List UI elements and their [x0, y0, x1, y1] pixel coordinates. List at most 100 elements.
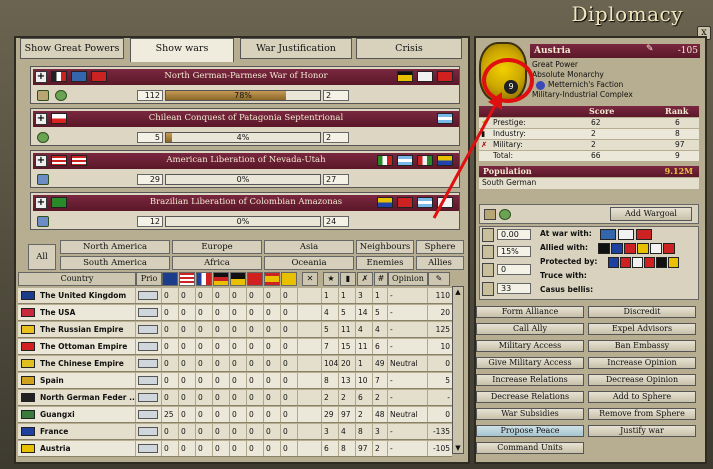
- header-flag-spain-icon[interactable]: [264, 272, 280, 286]
- header-flag-usa-icon[interactable]: [179, 272, 195, 286]
- priority-box[interactable]: [138, 376, 158, 385]
- priority-toggle[interactable]: [136, 322, 162, 337]
- form-alliance-button[interactable]: Form Alliance: [476, 306, 584, 318]
- header-flag-ottoman-icon[interactable]: [247, 272, 263, 286]
- add-to-sphere-button[interactable]: Add to Sphere: [588, 391, 696, 403]
- filter-south-america[interactable]: South America: [60, 256, 170, 270]
- war-entry[interactable]: American Liberation of Nevada-Utah + 29 …: [30, 150, 460, 188]
- increase-opinion-button[interactable]: Increase Opinion: [588, 357, 696, 369]
- header-relations-icon[interactable]: ✎: [428, 272, 450, 286]
- propose-peace-button[interactable]: Propose Peace: [476, 425, 584, 437]
- priority-toggle[interactable]: [136, 390, 162, 405]
- filter-sphere[interactable]: Sphere: [416, 240, 464, 254]
- war-subsidies-button[interactable]: War Subsidies: [476, 408, 584, 420]
- tab-war-justification[interactable]: War Justification: [240, 38, 352, 59]
- filter-asia[interactable]: Asia: [264, 240, 354, 254]
- priority-box[interactable]: [138, 444, 158, 453]
- priority-toggle[interactable]: [136, 407, 162, 422]
- header-industry-icon[interactable]: ▮: [340, 272, 356, 286]
- priority-toggle[interactable]: [136, 373, 162, 388]
- priority-toggle[interactable]: [136, 356, 162, 371]
- priority-box[interactable]: [138, 342, 158, 351]
- discredit-button[interactable]: Discredit: [588, 306, 696, 318]
- header-rank[interactable]: #: [374, 272, 388, 286]
- scroll-down-icon[interactable]: ▼: [454, 444, 462, 452]
- expel-advisors-button[interactable]: Expel Advisors: [588, 323, 696, 335]
- expand-button[interactable]: +: [35, 71, 47, 83]
- table-row[interactable]: The Chinese Empire 0 0 0 0 0 0 0 0 104 20 1 49 Neutra…: [18, 356, 452, 372]
- influence-value: 0: [264, 373, 281, 388]
- priority-box[interactable]: [138, 325, 158, 334]
- war-entry[interactable]: North German-Parmese War of Honor + 112 …: [30, 66, 460, 104]
- filter-europe[interactable]: Europe: [172, 240, 262, 254]
- priority-box[interactable]: [138, 291, 158, 300]
- header-opinion[interactable]: Opinion: [388, 272, 428, 286]
- give-military-access-button[interactable]: Give Military Access: [476, 357, 584, 369]
- table-row[interactable]: The Russian Empire 0 0 0 0 0 0 0 0 5 11 4 4-125: [18, 322, 452, 338]
- influence-value: 0: [213, 424, 230, 439]
- war-entry[interactable]: Brazilian Liberation of Colombian Amazon…: [30, 192, 460, 230]
- tab-crisis[interactable]: Crisis: [356, 38, 462, 59]
- table-row[interactable]: France 0 0 0 0 0 0 0 0 3 4 8 3- -135: [18, 424, 452, 440]
- filter-oceania[interactable]: Oceania: [264, 256, 354, 270]
- header-crossed-swords-icon[interactable]: ✕: [302, 272, 318, 286]
- expand-button[interactable]: +: [35, 113, 47, 125]
- table-row[interactable]: The USA 0 0 0 0 0 0 0 0 4 5 14 5-20: [18, 305, 452, 321]
- filter-allies[interactable]: Allies: [416, 256, 464, 270]
- filter-north-america[interactable]: North America: [60, 240, 170, 254]
- tab-wars[interactable]: Show wars: [130, 38, 234, 62]
- command-units-button[interactable]: Command Units: [476, 442, 584, 454]
- header-flag-germany-icon[interactable]: [213, 272, 229, 286]
- header-military-icon[interactable]: ✗: [357, 272, 373, 286]
- priority-box[interactable]: [138, 359, 158, 368]
- military-access-button[interactable]: Military Access: [476, 340, 584, 352]
- remove-from-sphere-button[interactable]: Remove from Sphere: [588, 408, 696, 420]
- header-flag-uk-icon[interactable]: [162, 272, 178, 286]
- priority-box[interactable]: [138, 410, 158, 419]
- table-row[interactable]: The Ottoman Empire 0 0 0 0 0 0 0 0 7 15 11 6-10: [18, 339, 452, 355]
- header-country[interactable]: Country: [18, 272, 136, 286]
- war-entry[interactable]: Chilean Conquest of Patagonia Septentrio…: [30, 108, 460, 146]
- infamy-value: 0.00: [497, 229, 531, 240]
- header-flag-china-icon[interactable]: [281, 272, 297, 286]
- header-prio[interactable]: Prio: [136, 272, 162, 286]
- header-flag-austria-icon[interactable]: [230, 272, 246, 286]
- tab-great-powers[interactable]: Show Great Powers: [20, 38, 124, 59]
- ban-embassy-button[interactable]: Ban Embassy: [588, 340, 696, 352]
- priority-toggle[interactable]: [136, 424, 162, 439]
- header-flag-france-icon[interactable]: [196, 272, 212, 286]
- justify-war-button[interactable]: Justify war: [588, 425, 696, 437]
- relation-value: -105: [677, 46, 698, 56]
- stat-row: ▮ Industry: 2 8: [479, 129, 699, 139]
- expand-button[interactable]: +: [35, 197, 47, 209]
- priority-box[interactable]: [138, 393, 158, 402]
- filter-africa[interactable]: Africa: [172, 256, 262, 270]
- increase-relations-button[interactable]: Increase Relations: [476, 374, 584, 386]
- priority-box[interactable]: [138, 427, 158, 436]
- table-row[interactable]: The United Kingdom 0 0 0 0 0 0 0 0 1 1 3 1-110: [18, 288, 452, 304]
- filter-enemies[interactable]: Enemies: [356, 256, 414, 270]
- table-row[interactable]: Guangxi 25 0 0 0 0 0 0 0 29 97 2 48 Neutral 0: [18, 407, 452, 423]
- filter-neighbours[interactable]: Neighbours: [356, 240, 414, 254]
- priority-box[interactable]: [138, 308, 158, 317]
- decrease-opinion-button[interactable]: Decrease Opinion: [588, 374, 696, 386]
- table-row[interactable]: North German Feder ... 0 0 0 0 0 0 0 0 2 2 6 2- -: [18, 390, 452, 406]
- expand-button[interactable]: +: [35, 155, 47, 167]
- flag-icon: [91, 71, 107, 82]
- influence-value: 0: [264, 288, 281, 303]
- table-row[interactable]: Spain 0 0 0 0 0 0 0 0 8 13 10 7-5: [18, 373, 452, 389]
- influence-value: 0: [213, 390, 230, 405]
- priority-toggle[interactable]: [136, 339, 162, 354]
- call-ally-button[interactable]: Call Ally: [476, 323, 584, 335]
- influence-value: 0: [264, 390, 281, 405]
- priority-toggle[interactable]: [136, 288, 162, 303]
- header-prestige-star-icon[interactable]: ★: [323, 272, 339, 286]
- decrease-relations-button[interactable]: Decrease Relations: [476, 391, 584, 403]
- table-row[interactable]: Austria 0 0 0 0 0 0 0 0 6 8 97 2- -105: [18, 441, 452, 457]
- table-scrollbar[interactable]: ▲ ▼: [452, 286, 464, 454]
- scroll-up-icon[interactable]: ▲: [454, 288, 462, 296]
- priority-toggle[interactable]: [136, 305, 162, 320]
- filter-all[interactable]: All: [28, 244, 56, 270]
- add-wargoal-button[interactable]: Add Wargoal: [610, 207, 692, 221]
- priority-toggle[interactable]: [136, 441, 162, 456]
